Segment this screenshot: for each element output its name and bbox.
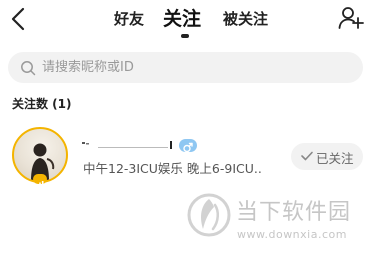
watermark-url: www.downxia.com bbox=[237, 228, 347, 241]
tab-followers[interactable]: 被关注 bbox=[223, 8, 268, 29]
tab-friends[interactable]: 好友 bbox=[114, 8, 144, 29]
search-input[interactable] bbox=[42, 52, 342, 83]
gender-badge bbox=[179, 139, 197, 153]
level-badge bbox=[33, 174, 47, 187]
back-button[interactable] bbox=[8, 6, 32, 32]
active-tab-indicator bbox=[181, 34, 189, 38]
followed-button[interactable]: 已关注 bbox=[291, 143, 363, 170]
male-icon bbox=[183, 142, 193, 153]
add-user-button[interactable] bbox=[338, 6, 364, 30]
bar-chart-icon bbox=[36, 181, 44, 187]
chevron-left-icon bbox=[11, 7, 25, 31]
search-icon bbox=[21, 61, 36, 76]
followed-button-label: 已关注 bbox=[316, 151, 354, 166]
checkmark-icon bbox=[301, 151, 313, 161]
user-name-redacted bbox=[82, 141, 172, 149]
following-count-title: 关注数 (1) bbox=[12, 97, 72, 111]
user-signature: 中午12-3ICU娱乐 晚上6-9ICU.. bbox=[83, 161, 262, 176]
add-user-icon bbox=[338, 7, 364, 29]
user-avatar[interactable] bbox=[12, 127, 68, 187]
tab-following[interactable]: 关注 bbox=[163, 4, 201, 31]
watermark-brand: 当下软件园 bbox=[236, 200, 352, 225]
search-bar[interactable] bbox=[8, 52, 363, 83]
watermark-logo bbox=[187, 193, 231, 237]
